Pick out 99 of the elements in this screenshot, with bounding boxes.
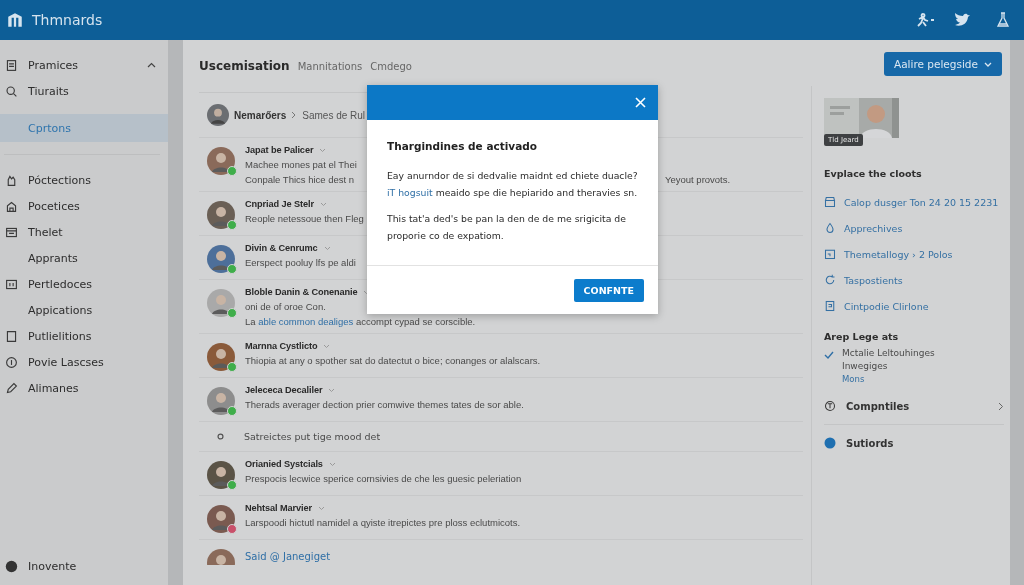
close-icon <box>635 97 646 108</box>
post-text: Yeyout provots. <box>665 174 731 185</box>
avatar-icon <box>207 461 235 489</box>
panel-link[interactable]: Apprechives <box>824 215 1004 241</box>
avatar-icon <box>207 104 229 126</box>
sidebar-item[interactable]: Pertledoces <box>0 271 168 297</box>
building-icon <box>5 199 18 213</box>
author-name: Jelececa Decaliler <box>245 385 323 395</box>
post-text: La <box>245 316 256 327</box>
sidebar-item[interactable]: Apprants <box>0 245 168 271</box>
avatar-icon <box>207 147 235 175</box>
mention-link[interactable]: Said @ Janegiget <box>245 550 331 562</box>
post-text: Machee mones pat el Thei <box>245 159 357 170</box>
bird-icon[interactable] <box>954 12 972 28</box>
chevron-icon <box>328 387 336 393</box>
caret-icon <box>984 61 992 67</box>
breadcrumb-item[interactable]: Sames de Rul <box>302 109 366 121</box>
sidebar-item[interactable]: Thelet <box>0 219 168 245</box>
circle-icon <box>217 433 224 440</box>
avatar-icon <box>207 343 235 371</box>
text-link[interactable]: able common dealiges <box>258 316 354 327</box>
author-name: Japat be Palicer <box>245 145 314 155</box>
logo-icon <box>6 11 24 29</box>
avatar-icon <box>207 387 235 415</box>
window-icon <box>5 225 18 239</box>
post-text: Larspoodi hictutl namidel a qyiste itrepictes pre ploss eclutmicots. <box>245 517 521 528</box>
section-title: Arep Lege ats <box>824 331 900 342</box>
panel-link[interactable]: Calop dusger Ton 24 20 15 2231 <box>824 189 1004 215</box>
chevron-icon <box>328 461 336 467</box>
store-icon <box>824 196 836 208</box>
avatar-icon <box>207 505 235 533</box>
document-icon <box>5 58 18 72</box>
checklist-text: Mctalie Leltouhinges <box>842 348 935 358</box>
avatar-icon <box>207 289 235 317</box>
post-text: Prespocis lecwice sperice cornsivies de che les guesic peleriation <box>245 473 522 484</box>
post-text: Therads averager dection prier comwive themes tates de sor able. <box>245 399 524 410</box>
chevron-icon <box>323 245 331 251</box>
avatar-icon <box>207 245 235 273</box>
dialog-text: This tat'a ded's be pan la den de de me srigicita de proporie co de expatiom. <box>387 212 627 244</box>
chevron-icon <box>323 343 331 349</box>
chevron-icon <box>147 62 156 68</box>
sidebar-item[interactable]: Putlielitions <box>0 323 168 349</box>
more-link[interactable]: Mons <box>842 374 935 384</box>
dialog-text: Eay anurndor de si dedvalie maidnt ed chiete duacle? iT hogsuit meaido spe die hepiarido and theravies sn. <box>387 169 639 200</box>
author-name: Orianied Systcials <box>245 459 323 469</box>
calendar-icon <box>5 277 18 291</box>
sidebar-item[interactable]: Povie Lascses <box>0 349 168 375</box>
close-button[interactable] <box>633 95 648 110</box>
tab[interactable]: Uscemisation <box>199 59 290 73</box>
app-title: Thmnards <box>32 12 103 28</box>
post-text: Conpale Thics hice dest n <box>245 174 355 185</box>
chevron-icon <box>291 111 298 119</box>
document-icon <box>824 300 836 312</box>
tab[interactable]: Cmdego <box>370 60 412 72</box>
bookmark-icon <box>5 329 18 343</box>
pen-icon <box>5 381 18 395</box>
tab[interactable]: Mannitations <box>297 60 363 72</box>
breadcrumb-item[interactable]: Nemarőers <box>234 109 287 121</box>
panel-link[interactable]: Themetallogy › 2 Polos <box>824 241 1004 267</box>
sidebar-item[interactable]: Tiuraits <box>0 78 168 104</box>
avatar-icon <box>207 201 235 229</box>
action-button[interactable]: Aalire pelegside <box>884 52 1002 76</box>
post-text: Thiopia at any o spother sat do datectut o bice; conanges or alalscars. <box>245 355 541 366</box>
panel-link[interactable]: Cintpodie Clirlone <box>824 293 1004 319</box>
chevron-icon <box>998 401 1004 411</box>
sidebar-item[interactable]: Inovente <box>0 553 168 579</box>
calendar-icon <box>824 248 836 260</box>
sidebar-item[interactable]: Appications <box>0 297 168 323</box>
coin-icon <box>5 355 18 369</box>
sidebar-item[interactable]: Póctections <box>0 167 168 193</box>
post-text: Eerspect pooluy lfs pe aldi <box>245 257 356 268</box>
checklist-text: Inwegiges <box>842 361 889 371</box>
dot-icon <box>824 437 836 449</box>
chevron-icon <box>319 147 327 153</box>
author-name: Cnpriad Je Stelr <box>245 199 314 209</box>
confirm-button[interactable]: CONFNTE <box>573 278 644 302</box>
panel-row[interactable]: Sutiords <box>824 425 1004 461</box>
flask-icon[interactable] <box>996 12 1010 28</box>
dialog-heading: Thargindines de activado <box>387 140 538 152</box>
text-link[interactable]: iT hogsuit <box>387 186 433 198</box>
post-text: accompt cypad se corscible. <box>355 316 476 327</box>
panel-link[interactable]: Taspostients <box>824 267 1004 293</box>
author-name: Marnna Cystlicto <box>245 341 318 351</box>
search-icon <box>5 84 18 98</box>
panel-row[interactable]: Compntiles <box>824 388 1004 425</box>
sidebar-section[interactable]: Pramices <box>0 52 168 78</box>
author-name: Bloble Danin & Conenanie <box>245 287 358 297</box>
post-text: oni de of oroe Con. <box>245 301 326 312</box>
author-name: Divin & Cenrumc <box>245 243 318 253</box>
author-name: Nehtsal Marvier <box>245 503 312 513</box>
refresh-icon <box>824 274 836 286</box>
drop-icon <box>824 222 836 234</box>
panel-heading: Evplace the cloots <box>824 168 923 179</box>
sidebar-item[interactable]: Pocetices <box>0 193 168 219</box>
sidebar-item[interactable]: Alimanes <box>0 375 168 401</box>
chevron-icon <box>317 505 325 511</box>
post-text: Reople netessoue then Fleg <box>245 213 364 224</box>
note-text: Satreictes put tige mood det <box>244 431 381 442</box>
chevron-icon <box>319 201 327 207</box>
